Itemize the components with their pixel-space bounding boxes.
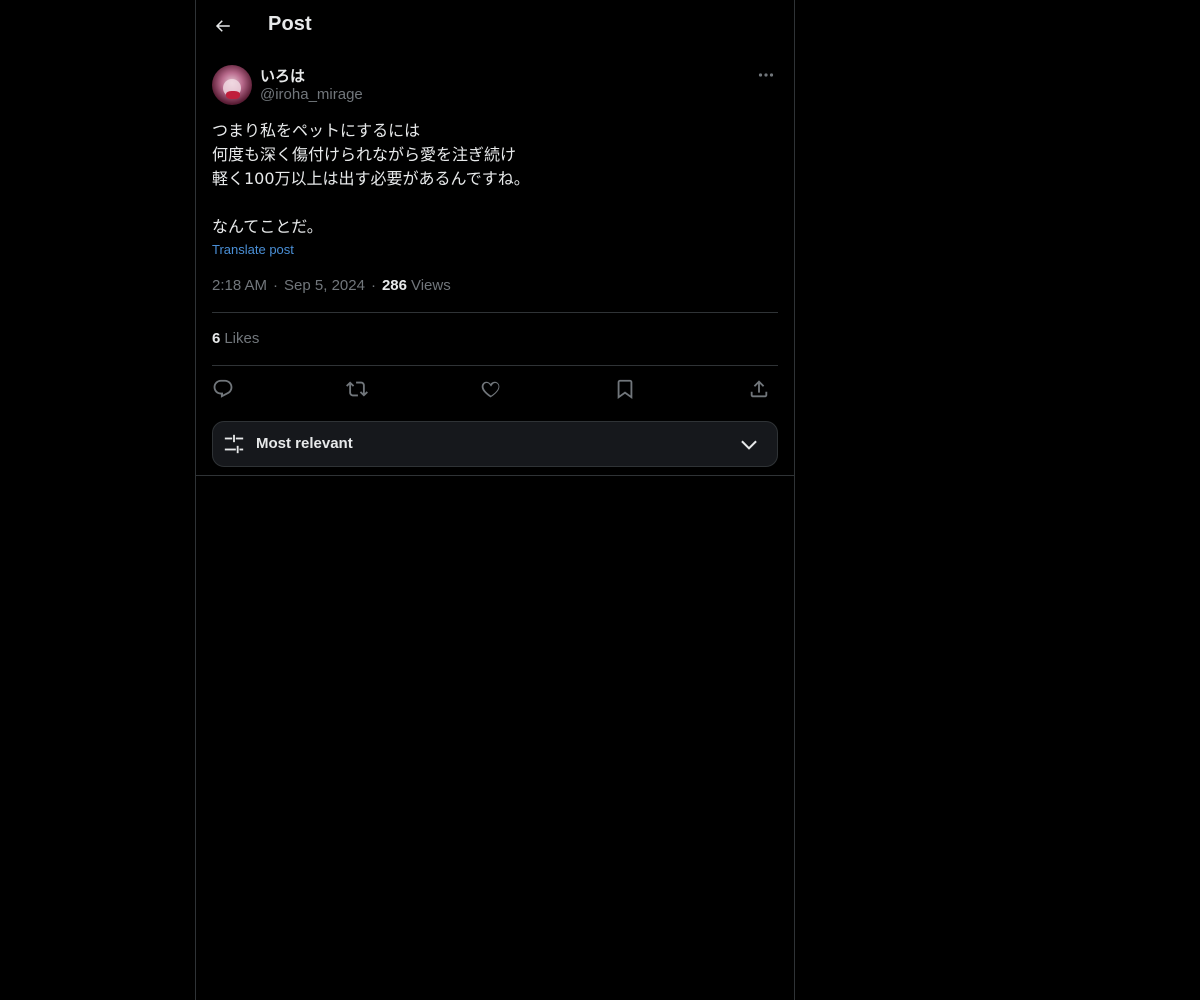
heart-icon (481, 381, 500, 398)
more-options-button[interactable] (754, 64, 778, 86)
divider (212, 365, 778, 366)
page-header: Post (196, 0, 794, 53)
replies-sort-dropdown[interactable]: Most relevant (212, 421, 778, 467)
avatar[interactable] (212, 65, 252, 105)
views-count: 286 (381, 277, 407, 294)
section-divider (196, 475, 794, 476)
page-title: Post (268, 13, 312, 35)
post-actions (212, 376, 778, 402)
like-button[interactable] (478, 376, 504, 402)
chevron-down-icon (741, 440, 757, 450)
post-time[interactable]: 2:18 AM (212, 277, 267, 294)
views-label: Views (410, 277, 451, 294)
share-icon (750, 380, 768, 398)
separator-dot: · (273, 277, 279, 294)
post-column: Post いろは @iroha_mirage つまり私をペットにするには 何度も… (195, 0, 795, 1000)
repost-icon (346, 381, 368, 397)
author-handle[interactable]: @iroha_mirage (260, 86, 363, 103)
divider (212, 312, 778, 313)
author-display-name[interactable]: いろは (260, 65, 305, 86)
translate-post-link[interactable]: Translate post (212, 242, 294, 257)
likes-summary[interactable]: 6 Likes (212, 330, 259, 347)
reply-button[interactable] (210, 376, 236, 402)
post-text: つまり私をペットにするには 何度も深く傷付けられながら愛を注ぎ続け 軽く100万… (212, 121, 530, 236)
arrow-left-icon (215, 20, 230, 32)
post-author: いろは @iroha_mirage (212, 64, 778, 108)
reply-icon (213, 379, 233, 398)
bookmark-button[interactable] (612, 376, 638, 402)
sort-label: Most relevant (256, 435, 353, 452)
post-date[interactable]: Sep 5, 2024 (284, 277, 365, 294)
separator-dot: · (370, 277, 376, 294)
repost-button[interactable] (344, 376, 370, 402)
post-metadata: 2:18 AM · Sep 5, 2024 · 286 Views (212, 277, 451, 294)
likes-label: Likes (224, 330, 260, 347)
avatar-detail (226, 91, 240, 99)
likes-count: 6 (212, 330, 221, 347)
back-button[interactable] (206, 9, 240, 43)
bookmark-icon (617, 379, 633, 400)
share-button[interactable] (746, 376, 772, 402)
sliders-icon (224, 434, 244, 454)
more-horizontal-icon (758, 73, 774, 77)
